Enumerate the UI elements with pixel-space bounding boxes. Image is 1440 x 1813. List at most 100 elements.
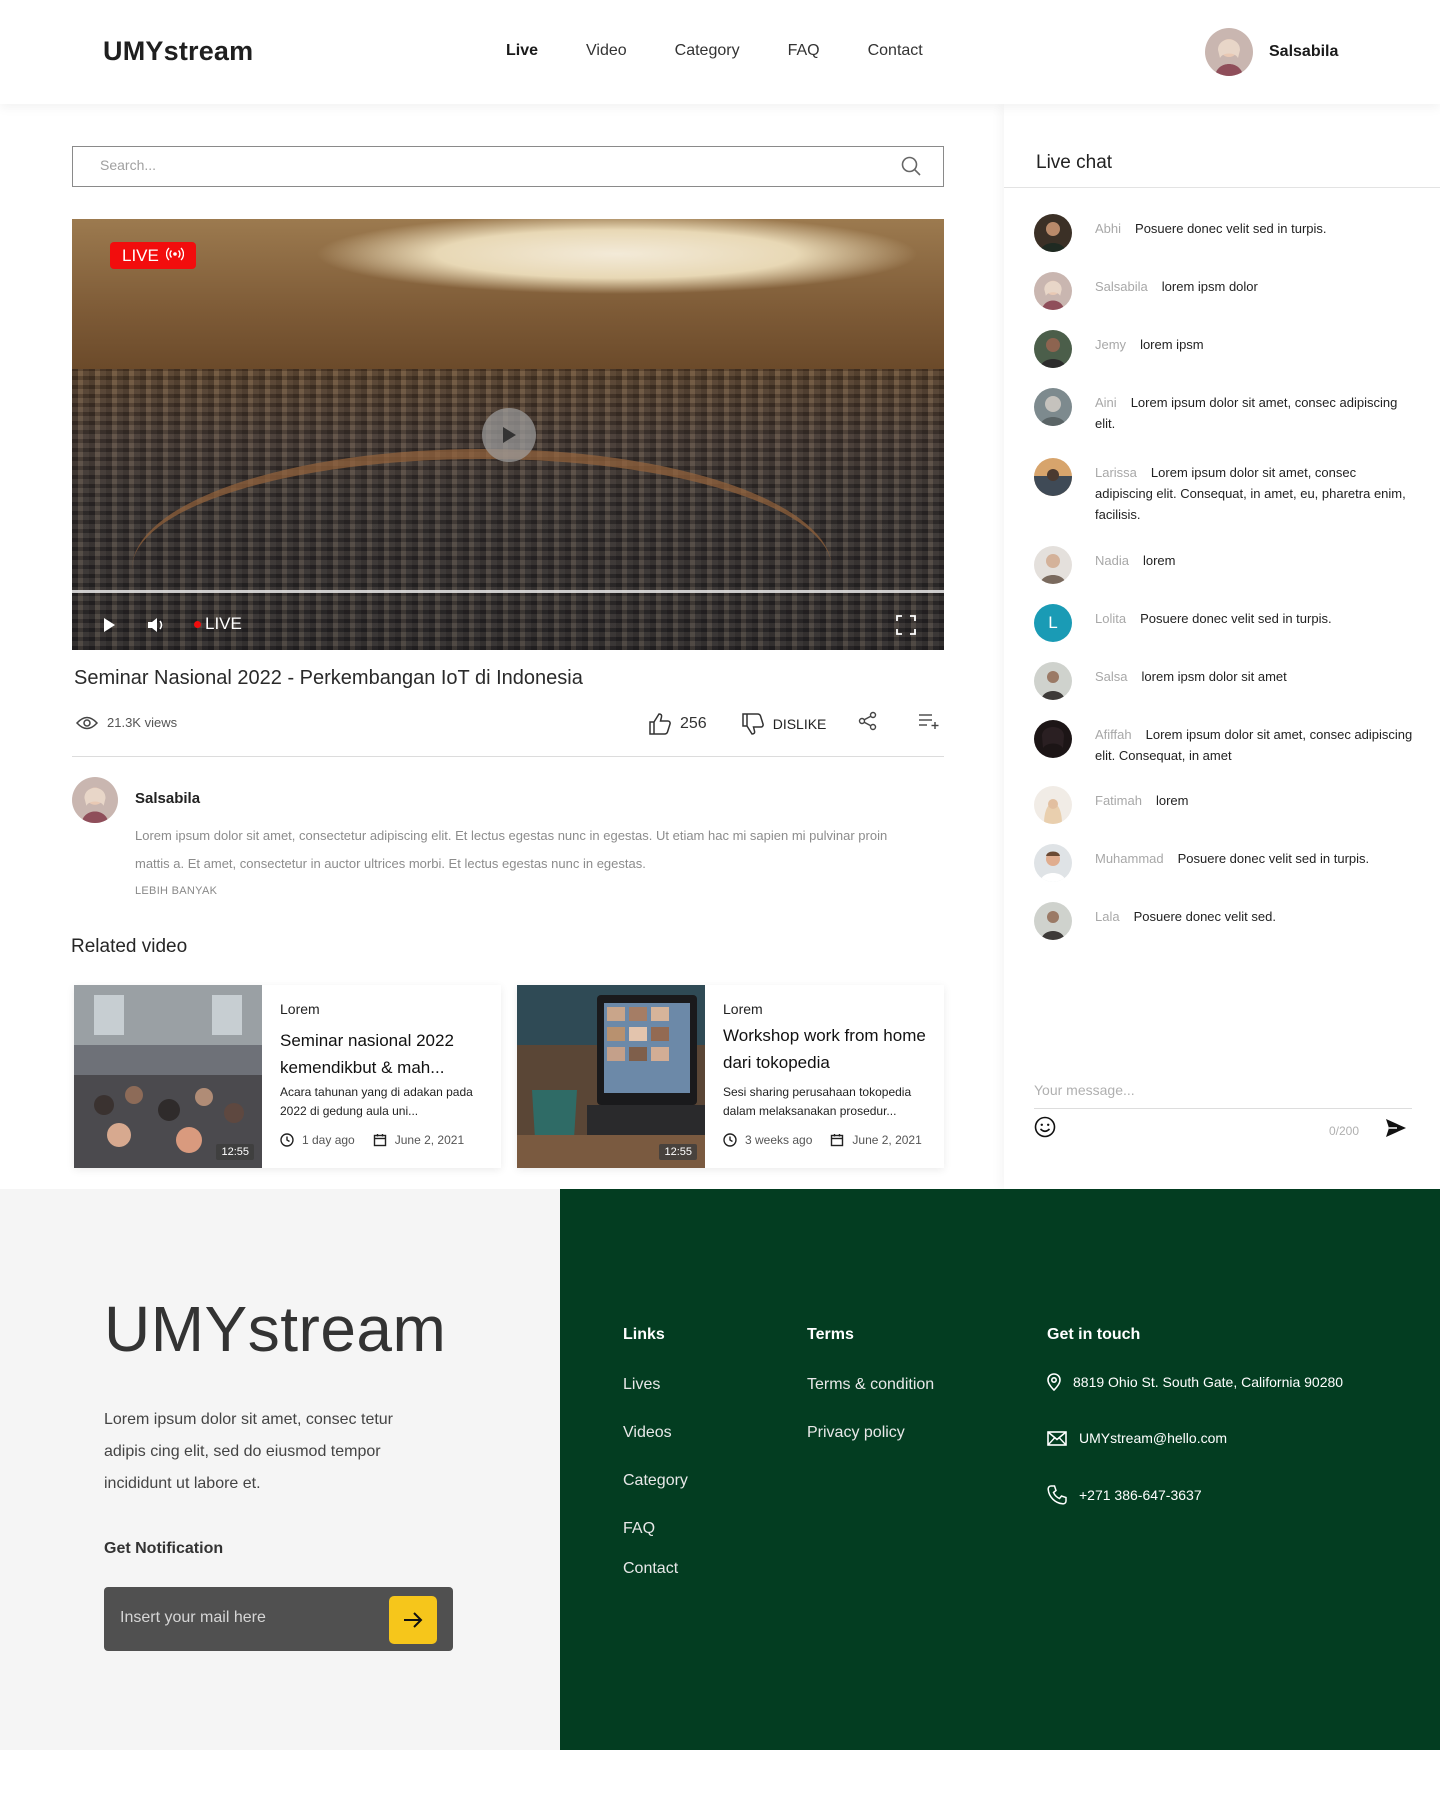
chat-avatar[interactable] xyxy=(1034,844,1072,882)
footer-logo[interactable]: UMYstream xyxy=(104,1292,446,1366)
chat-username[interactable]: Abhi xyxy=(1095,221,1121,236)
search-input[interactable] xyxy=(100,157,880,173)
chat-text: lorem ipsm dolor sit amet xyxy=(1141,669,1287,684)
chat-username[interactable]: Lolita xyxy=(1095,611,1126,626)
chat-avatar[interactable] xyxy=(1034,272,1072,310)
show-more-link[interactable]: LEBIH BANYAK xyxy=(135,885,217,897)
chat-username[interactable]: Salsa xyxy=(1095,669,1128,684)
author-name[interactable]: Salsabila xyxy=(135,790,200,807)
nav-contact[interactable]: Contact xyxy=(868,42,923,60)
video-title: Seminar Nasional 2022 - Perkembangan IoT… xyxy=(74,667,583,689)
footer-link-privacy[interactable]: Privacy policy xyxy=(807,1424,905,1442)
chat-message-input[interactable] xyxy=(1034,1082,1412,1109)
top-header: UMYstream Live Video Category FAQ Contac… xyxy=(0,0,1440,104)
video-date: June 2, 2021 xyxy=(394,1133,465,1147)
live-indicator-label: LIVE xyxy=(205,614,242,633)
view-count-label: 21.3K views xyxy=(107,715,178,730)
footer-address: 8819 Ohio St. South Gate, California 902… xyxy=(1047,1373,1343,1391)
dislike-label: DISLIKE xyxy=(772,715,827,732)
notification-title: Get Notification xyxy=(104,1540,224,1557)
chat-username[interactable]: Lala xyxy=(1095,909,1120,924)
chat-username[interactable]: Aini xyxy=(1095,395,1117,410)
fullscreen-icon[interactable] xyxy=(896,615,916,640)
video-thumbnail[interactable]: 12:55 xyxy=(74,985,262,1168)
chat-avatar[interactable] xyxy=(1034,720,1072,758)
footer-link-category[interactable]: Category xyxy=(623,1472,688,1490)
chat-avatar[interactable] xyxy=(1034,546,1072,584)
chat-text: Posuere donec velit sed in turpis. xyxy=(1135,221,1327,236)
nav-faq[interactable]: FAQ xyxy=(788,42,820,60)
chat-username[interactable]: Muhammad xyxy=(1095,851,1164,866)
chat-username[interactable]: Jemy xyxy=(1095,337,1126,352)
chat-username[interactable]: Nadia xyxy=(1095,553,1129,568)
dislike-button[interactable]: DISLIKE xyxy=(741,712,827,736)
chat-avatar[interactable] xyxy=(1034,902,1072,940)
chat-text: Posuere donec velit sed. xyxy=(1133,909,1276,924)
share-icon[interactable] xyxy=(858,711,878,736)
chat-avatar[interactable]: L xyxy=(1034,604,1072,642)
avatar-initial: L xyxy=(1048,613,1058,632)
footer-link-terms[interactable]: Terms & condition xyxy=(807,1376,934,1394)
footer-link-contact[interactable]: Contact xyxy=(623,1560,678,1578)
video-card-title[interactable]: Workshop work from home dari tokopedia xyxy=(723,1022,928,1076)
video-description: Lorem ipsum dolor sit amet, consectetur … xyxy=(135,828,888,871)
search-icon[interactable] xyxy=(901,156,921,181)
search-bar xyxy=(72,146,944,187)
live-chat-panel: Live chat Abhi Posuere donec velit sed in… xyxy=(1004,104,1440,1189)
nav-video[interactable]: Video xyxy=(586,42,627,60)
related-section-title: Related video xyxy=(71,936,188,957)
progress-bar[interactable] xyxy=(72,590,944,593)
chat-text: Lorem ipsum dolor sit amet, consec adipi… xyxy=(1095,465,1406,522)
nav-category[interactable]: Category xyxy=(675,42,740,60)
chat-avatar[interactable] xyxy=(1034,214,1072,252)
user-name[interactable]: Salsabila xyxy=(1269,43,1338,61)
chat-avatar[interactable] xyxy=(1034,662,1072,700)
chat-username[interactable]: Fatimah xyxy=(1095,793,1142,808)
user-menu[interactable]: Salsabila xyxy=(1189,28,1338,76)
video-card-meta: 1 day ago June 2, 2021 xyxy=(280,1133,482,1147)
author-avatar[interactable] xyxy=(72,777,118,828)
phone-text[interactable]: +271 386-647-3637 xyxy=(1079,1487,1202,1503)
video-thumbnail[interactable]: 12:55 xyxy=(517,985,705,1168)
chat-avatar[interactable] xyxy=(1034,458,1072,496)
footer-link-lives[interactable]: Lives xyxy=(623,1376,660,1394)
chat-username[interactable]: Larissa xyxy=(1095,465,1137,480)
user-avatar[interactable] xyxy=(1205,28,1253,76)
footer-links-panel xyxy=(560,1189,1440,1750)
volume-icon[interactable] xyxy=(146,616,166,639)
related-video-card[interactable]: 12:55 Lorem Workshop work from home dari… xyxy=(517,985,944,1168)
send-icon[interactable] xyxy=(1385,1118,1407,1143)
video-card-title[interactable]: Seminar nasional 2022 kemendikbut & mah.… xyxy=(280,1027,485,1081)
chat-username[interactable]: Afiffah xyxy=(1095,727,1132,742)
chat-avatar[interactable] xyxy=(1034,330,1072,368)
video-age: 1 day ago xyxy=(302,1133,355,1147)
live-video-player[interactable]: LIVE LIVE xyxy=(72,219,944,650)
related-video-card[interactable]: 12:55 Lorem Seminar nasional 2022 kemend… xyxy=(74,985,501,1168)
calendar-icon xyxy=(373,1134,386,1147)
player-controls: LIVE xyxy=(72,603,944,650)
footer-email[interactable]: UMYstream@hello.com xyxy=(1047,1430,1227,1446)
newsletter-email-input[interactable] xyxy=(120,1609,370,1627)
video-card-meta: 3 weeks ago June 2, 2021 xyxy=(723,1133,940,1147)
live-badge-label: LIVE xyxy=(122,245,159,265)
chat-avatar[interactable] xyxy=(1034,388,1072,426)
subscribe-button[interactable] xyxy=(389,1596,437,1644)
calendar-icon xyxy=(831,1134,844,1147)
add-to-playlist-icon[interactable] xyxy=(918,712,940,735)
chat-username[interactable]: Salsabila xyxy=(1095,279,1148,294)
chat-text: lorem xyxy=(1155,793,1189,808)
emoji-icon[interactable] xyxy=(1034,1116,1056,1143)
brand-logo[interactable]: UMYstream xyxy=(103,36,253,67)
chat-avatar[interactable] xyxy=(1034,786,1072,824)
play-overlay-button[interactable] xyxy=(482,408,536,462)
play-icon[interactable] xyxy=(102,617,116,638)
newsletter-form xyxy=(104,1587,453,1651)
mail-icon xyxy=(1047,1430,1067,1446)
footer-link-faq[interactable]: FAQ xyxy=(623,1520,655,1538)
footer-link-videos[interactable]: Videos xyxy=(623,1424,672,1442)
footer-contact-title: Get in touch xyxy=(1047,1326,1141,1343)
like-button[interactable]: 256 xyxy=(648,712,707,736)
email-text[interactable]: UMYstream@hello.com xyxy=(1079,1430,1227,1446)
nav-live[interactable]: Live xyxy=(506,42,538,60)
footer-phone[interactable]: +271 386-647-3637 xyxy=(1047,1485,1202,1505)
